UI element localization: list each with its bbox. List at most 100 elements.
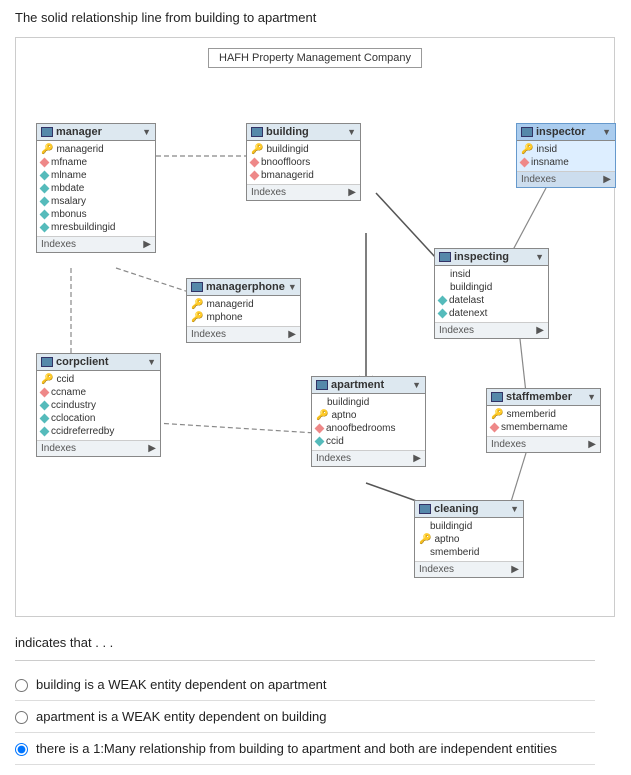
indexes-arrow-icon: ▶ (288, 329, 296, 340)
indexes-arrow-icon: ▶ (148, 443, 156, 454)
option-1-label: building is a WEAK entity dependent on a… (36, 677, 327, 692)
entity-corpclient-indexes: Indexes ▶ (37, 440, 160, 456)
field-name: mbonus (51, 209, 87, 220)
option-2-row[interactable]: apartment is a WEAK entity dependent on … (15, 701, 616, 732)
field-name: buildingid (327, 397, 369, 408)
dropdown-arrow-icon: ▼ (142, 127, 151, 137)
field-row: 🔑 managerid (191, 298, 296, 311)
table-icon (251, 127, 263, 137)
entity-corpclient: corpclient ▼ 🔑 ccid ccname ccindustry cc… (36, 353, 161, 457)
entity-managerphone-indexes: Indexes ▶ (187, 326, 300, 342)
field-row: mlname (41, 169, 151, 182)
option-1-row[interactable]: building is a WEAK entity dependent on a… (15, 669, 616, 700)
field-row: datelast (439, 294, 544, 307)
field-name: insid (450, 269, 471, 280)
indexes-arrow-icon: ▶ (511, 564, 519, 575)
field-row: 🔑 managerid (41, 143, 151, 156)
diamond-teal-icon (40, 184, 50, 194)
field-row: mbdate (41, 182, 151, 195)
entity-cleaning-indexes: Indexes ▶ (415, 561, 523, 577)
field-name: mphone (206, 312, 242, 323)
intro-text: The solid relationship line from buildin… (15, 10, 616, 25)
field-name: ccid (326, 436, 344, 447)
entity-inspector-name: inspector (536, 126, 586, 138)
entity-manager-body: 🔑 managerid mfname mlname mbdate msalary (37, 141, 155, 236)
field-name: mbdate (51, 183, 84, 194)
field-name: mresbuildingid (51, 222, 115, 233)
entity-corpclient-header: corpclient ▼ (37, 354, 160, 371)
field-row: ccname (41, 386, 156, 399)
indexes-label: Indexes (419, 564, 454, 575)
field-name: insname (531, 157, 569, 168)
field-name: ccidreferredby (51, 426, 114, 437)
field-name: datelast (449, 295, 484, 306)
key-icon: 🔑 (521, 144, 533, 155)
table-icon (491, 392, 503, 402)
entity-apartment: apartment ▼ buildingid 🔑 aptno anoofbedr… (311, 376, 426, 467)
diamond-pink-icon (520, 158, 530, 168)
field-name: buildingid (450, 282, 492, 293)
option-1-radio[interactable] (15, 679, 28, 692)
table-icon (316, 380, 328, 390)
field-name: ccid (56, 374, 74, 385)
question-label: indicates that . . . (15, 635, 616, 650)
field-name: bmanagerid (261, 170, 314, 181)
diamond-teal-icon (40, 197, 50, 207)
entity-staffmember-body: 🔑 smemberid smembername (487, 406, 600, 436)
field-name: buildingid (266, 144, 308, 155)
field-name: anoofbedrooms (326, 423, 396, 434)
field-name: mfname (51, 157, 87, 168)
key-icon: 🔑 (251, 144, 263, 155)
key-icon: 🔑 (419, 534, 431, 545)
entity-staffmember: staffmember ▼ 🔑 smemberid smembername In… (486, 388, 601, 453)
field-name: datenext (449, 308, 487, 319)
diagram-area: HAFH Property Management Company ma (15, 37, 615, 617)
entity-apartment-body: buildingid 🔑 aptno anoofbedrooms ccid (312, 394, 425, 450)
entity-corpclient-body: 🔑 ccid ccname ccindustry cclocation ccid… (37, 371, 160, 440)
field-row: 🔑 insid (521, 143, 611, 156)
entity-apartment-header: apartment ▼ (312, 377, 425, 394)
field-row: ccid (316, 435, 421, 448)
field-row: 🔑 mphone (191, 311, 296, 324)
field-name: insid (536, 144, 557, 155)
entity-staffmember-header: staffmember ▼ (487, 389, 600, 406)
key-icon: 🔑 (41, 144, 53, 155)
option-2-label: apartment is a WEAK entity dependent on … (36, 709, 327, 724)
option-2-radio[interactable] (15, 711, 28, 724)
entity-building-name: building (266, 126, 309, 138)
table-icon (41, 127, 53, 137)
diamond-teal-icon (40, 427, 50, 437)
diagram-title: HAFH Property Management Company (208, 48, 422, 68)
field-row: buildingid (316, 396, 421, 409)
entity-inspector: inspector ▼ 🔑 insid insname Indexes ▶ (516, 123, 616, 188)
field-name: managerid (56, 144, 103, 155)
field-name: aptno (434, 534, 459, 545)
diamond-pink-icon (40, 388, 50, 398)
entity-cleaning: cleaning ▼ buildingid 🔑 aptno smemberid … (414, 500, 524, 578)
field-row: bmanagerid (251, 169, 356, 182)
field-name: aptno (331, 410, 356, 421)
diamond-teal-icon (438, 296, 448, 306)
diamond-teal-icon (40, 401, 50, 411)
entity-manager: manager ▼ 🔑 managerid mfname mlname mbda… (36, 123, 156, 253)
field-name: smembername (501, 422, 568, 433)
indexes-arrow-icon: ▶ (588, 439, 596, 450)
entity-corpclient-name: corpclient (56, 356, 109, 368)
entity-staffmember-indexes: Indexes ▶ (487, 436, 600, 452)
entity-managerphone-name: managerphone (206, 281, 285, 293)
option-3-radio[interactable] (15, 743, 28, 756)
table-icon (439, 252, 451, 262)
entity-inspecting-body: insid buildingid datelast datenext (435, 266, 548, 322)
entity-inspecting-indexes: Indexes ▶ (435, 322, 548, 338)
field-row: datenext (439, 307, 544, 320)
field-name: msalary (51, 196, 86, 207)
entity-managerphone: managerphone ▼ 🔑 managerid 🔑 mphone Inde… (186, 278, 301, 343)
dropdown-arrow-icon: ▼ (587, 392, 596, 402)
field-name: ccname (51, 387, 86, 398)
field-row: buildingid (419, 520, 519, 533)
indexes-label: Indexes (491, 439, 526, 450)
indexes-label: Indexes (316, 453, 351, 464)
field-name: bnooffloors (261, 157, 310, 168)
option-3-row[interactable]: there is a 1:Many relationship from buil… (15, 733, 616, 764)
indexes-label: Indexes (251, 187, 286, 198)
